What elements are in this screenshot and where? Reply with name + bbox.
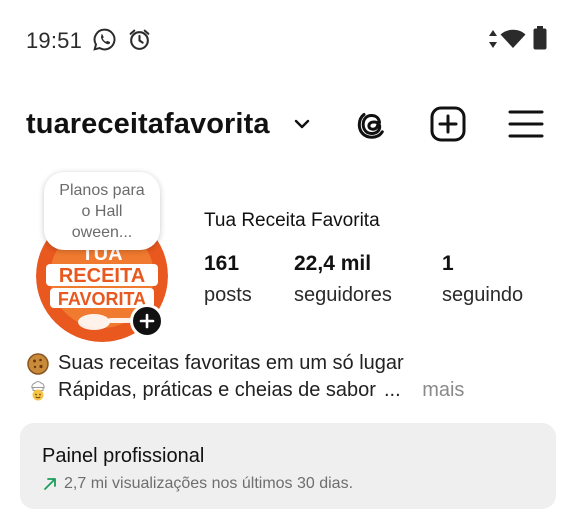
plus-icon bbox=[139, 313, 155, 329]
stat-posts-label: posts bbox=[204, 284, 252, 306]
data-arrows-icon bbox=[489, 30, 497, 48]
account-switcher[interactable]: tuareceitafavorita bbox=[26, 96, 312, 152]
alarm-icon bbox=[129, 29, 150, 50]
bio: Suas receitas favoritas em um só lugar R… bbox=[26, 350, 556, 404]
panel-subtitle-row: 2,7 mi visualizações nos últimos 30 dias… bbox=[42, 475, 353, 493]
trend-up-icon bbox=[44, 478, 56, 490]
profile-header: tuareceitafavorita bbox=[0, 96, 576, 152]
avatar-text-3: FAVORITA bbox=[58, 289, 146, 309]
panel-title: Painel profissional bbox=[42, 445, 205, 467]
stat-followers-value: 22,4 mil bbox=[294, 252, 372, 275]
display-name: Tua Receita Favorita bbox=[204, 210, 380, 231]
bio-ellipsis: ... bbox=[383, 379, 401, 401]
status-bar: 19:51 bbox=[0, 0, 576, 78]
avatar-text-2: RECEITA bbox=[59, 265, 145, 287]
stat-following[interactable]: 1 seguindo bbox=[442, 252, 523, 307]
status-time: 19:51 bbox=[26, 28, 83, 53]
whatsapp-icon bbox=[93, 28, 116, 51]
professional-dashboard-card[interactable]: Painel profissional 2,7 mi visualizações… bbox=[20, 423, 556, 509]
battery-icon bbox=[533, 26, 547, 50]
note-text: Planos para o Hall oween... bbox=[59, 181, 145, 241]
stat-posts-value: 161 bbox=[204, 252, 240, 275]
cookie-emoji-icon bbox=[27, 352, 49, 375]
bio-text-1: Suas receitas favoritas em um só lugar bbox=[58, 352, 404, 374]
stat-following-value: 1 bbox=[442, 252, 454, 275]
add-story-button[interactable] bbox=[130, 304, 164, 338]
bio-more-link[interactable]: mais bbox=[422, 377, 464, 404]
add-post-icon[interactable] bbox=[428, 104, 468, 144]
stat-followers[interactable]: 22,4 mil seguidores bbox=[294, 252, 392, 307]
chevron-down-icon bbox=[294, 119, 309, 129]
bio-line-1: Suas receitas favoritas em um só lugar bbox=[26, 350, 556, 377]
username: tuareceitafavorita bbox=[26, 107, 270, 140]
threads-icon[interactable] bbox=[352, 104, 392, 144]
bio-text-2: Rápidas, práticas e cheias de sabor bbox=[58, 379, 376, 401]
wifi-icon bbox=[500, 29, 526, 48]
stat-posts[interactable]: 161 posts bbox=[204, 252, 252, 307]
panel-subtitle: 2,7 mi visualizações nos últimos 30 dias… bbox=[64, 475, 354, 492]
stat-followers-label: seguidores bbox=[294, 284, 392, 306]
bio-line-2: Rápidas, práticas e cheias de sabor... m… bbox=[26, 377, 556, 404]
chef-emoji-icon bbox=[31, 380, 45, 400]
menu-icon[interactable] bbox=[506, 104, 546, 144]
note-bubble[interactable]: Planos para o Hall oween... bbox=[44, 172, 160, 250]
stat-following-label: seguindo bbox=[442, 284, 524, 306]
